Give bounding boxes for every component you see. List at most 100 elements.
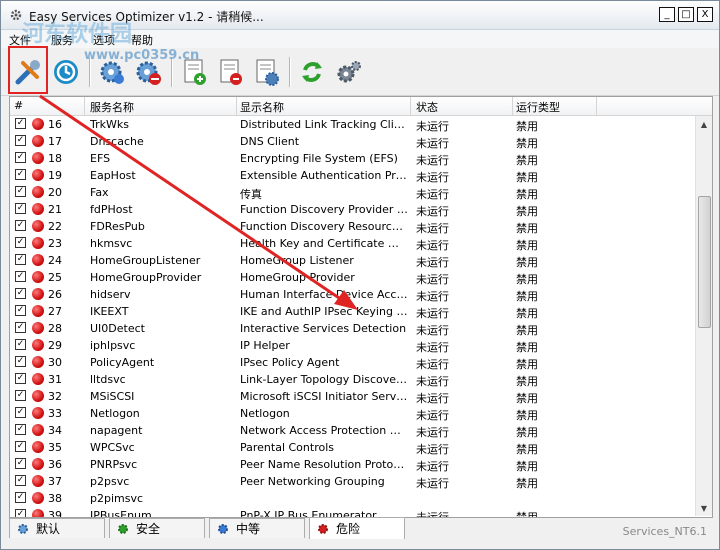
list-remove-button[interactable] (213, 55, 247, 89)
row-checkbox[interactable]: ✓ (15, 322, 26, 333)
row-checkbox[interactable]: ✓ (15, 203, 26, 214)
table-row[interactable]: ✓ 24 HomeGroupListener HomeGroup Listener 未运… (10, 252, 696, 269)
settings-button[interactable] (331, 55, 365, 89)
row-checkbox[interactable]: ✓ (15, 407, 26, 418)
row-number: 21 (48, 203, 62, 216)
table-row[interactable]: ✓ 19 EapHost Extensible Authentication Prot… (10, 167, 696, 184)
table-row[interactable]: ✓ 32 MSiSCSI Microsoft iSCSI Initiator Serv… (10, 388, 696, 405)
table-row[interactable]: ✓ 28 UI0Detect Interactive Services Detecti… (10, 320, 696, 337)
row-checkbox[interactable]: ✓ (15, 509, 26, 517)
row-checkbox[interactable]: ✓ (15, 339, 26, 350)
service-status: 未运行 (416, 375, 449, 388)
header-num[interactable]: # (14, 99, 23, 112)
row-checkbox[interactable]: ✓ (15, 305, 26, 316)
table-row[interactable]: ✓ 23 hkmsvc Health Key and Certificate Man.… (10, 235, 696, 252)
app-window: Easy Services Optimizer v1.2 - 请稍候... _ … (0, 0, 720, 550)
row-checkbox[interactable]: ✓ (15, 373, 26, 384)
table-header: # 服务名称 显示名称 状态 运行类型 (10, 97, 712, 116)
display-name: HomeGroup Provider (240, 271, 355, 284)
tab-safe[interactable]: 安全 (109, 518, 205, 538)
table-row[interactable]: ✓ 37 p2psvc Peer Networking Grouping 未运行 禁用 (10, 473, 696, 490)
display-name: DNS Client (240, 135, 300, 148)
row-checkbox[interactable]: ✓ (15, 475, 26, 486)
status-dot-icon (32, 135, 44, 147)
minimize-button[interactable]: _ (659, 7, 675, 22)
gear-icon (118, 523, 128, 534)
row-checkbox[interactable]: ✓ (15, 424, 26, 435)
row-checkbox[interactable]: ✓ (15, 288, 26, 299)
maximize-button[interactable]: □ (678, 7, 694, 22)
startup-type: 禁用 (516, 426, 538, 439)
close-button[interactable]: X (697, 7, 713, 22)
scroll-thumb[interactable] (698, 196, 711, 328)
table-row[interactable]: ✓ 34 napagent Network Access Protection Age… (10, 422, 696, 439)
row-checkbox[interactable]: ✓ (15, 152, 26, 163)
service-name: lltdsvc (90, 373, 126, 386)
service-status: 未运行 (416, 443, 449, 456)
tab-label: 危险 (336, 522, 361, 536)
row-checkbox[interactable]: ✓ (15, 220, 26, 231)
header-service-name[interactable]: 服务名称 (90, 99, 134, 115)
scroll-down-icon[interactable]: ▼ (696, 500, 712, 516)
table-row[interactable]: ✓ 21 fdPHost Function Discovery Provider Ho… (10, 201, 696, 218)
startup-type: 禁用 (516, 307, 538, 320)
row-checkbox[interactable]: ✓ (15, 492, 26, 503)
status-dot-icon (32, 169, 44, 181)
header-display-name[interactable]: 显示名称 (240, 99, 284, 115)
service-name: PNRPsvc (90, 458, 138, 471)
row-checkbox[interactable]: ✓ (15, 169, 26, 180)
table-row[interactable]: ✓ 16 TrkWks Distributed Link Tracking Clien… (10, 116, 696, 133)
table-row[interactable]: ✓ 31 lltdsvc Link-Layer Topology Discovery … (10, 371, 696, 388)
table-row[interactable]: ✓ 25 HomeGroupProvider HomeGroup Provider 未运… (10, 269, 696, 286)
service-name: Netlogon (90, 407, 140, 420)
service-status: 未运行 (416, 324, 449, 337)
table-row[interactable]: ✓ 17 Dnscache DNS Client 未运行 禁用 (10, 133, 696, 150)
table-row[interactable]: ✓ 30 PolicyAgent IPsec Policy Agent 未运行 禁用 (10, 354, 696, 371)
row-checkbox[interactable]: ✓ (15, 441, 26, 452)
display-name: Interactive Services Detection (240, 322, 407, 335)
restore-button[interactable] (49, 55, 83, 89)
service-name: hidserv (90, 288, 131, 301)
table-row[interactable]: ✓ 18 EFS Encrypting File System (EFS) 未运行 禁用 (10, 150, 696, 167)
table-row[interactable]: ✓ 33 Netlogon Netlogon 未运行 禁用 (10, 405, 696, 422)
table-row[interactable]: ✓ 20 Fax 传真 未运行 禁用 (10, 184, 696, 201)
table-row[interactable]: ✓ 29 iphlpsvc IP Helper 未运行 禁用 (10, 337, 696, 354)
table-row[interactable]: ✓ 27 IKEEXT IKE and AuthIP IPsec Keying M..… (10, 303, 696, 320)
row-number: 28 (48, 322, 62, 335)
row-checkbox[interactable]: ✓ (15, 254, 26, 265)
refresh-button[interactable] (295, 55, 329, 89)
row-number: 19 (48, 169, 62, 182)
tab-medium[interactable]: 中等 (209, 518, 305, 538)
row-checkbox[interactable]: ✓ (15, 118, 26, 129)
row-checkbox[interactable]: ✓ (15, 186, 26, 197)
startup-type: 禁用 (516, 239, 538, 252)
gear-icon (18, 523, 28, 534)
list-edit-button[interactable] (249, 55, 283, 89)
row-checkbox[interactable]: ✓ (15, 271, 26, 282)
status-dot-icon (32, 407, 44, 419)
header-status[interactable]: 状态 (416, 99, 438, 115)
scroll-up-icon[interactable]: ▲ (696, 116, 712, 132)
table-row[interactable]: ✓ 36 PNRPsvc Peer Name Resolution Protocol 未… (10, 456, 696, 473)
row-checkbox[interactable]: ✓ (15, 458, 26, 469)
table-row[interactable]: ✓ 22 FDResPub Function Discovery Resource P… (10, 218, 696, 235)
row-number: 26 (48, 288, 62, 301)
service-name: UI0Detect (90, 322, 145, 335)
header-startup-type[interactable]: 运行类型 (516, 99, 560, 115)
tab-default[interactable]: 默认 (9, 518, 105, 538)
row-checkbox[interactable]: ✓ (15, 390, 26, 401)
vertical-scrollbar[interactable]: ▲ ▼ (695, 116, 712, 516)
row-checkbox[interactable]: ✓ (15, 237, 26, 248)
table-row[interactable]: ✓ 26 hidserv Human Interface Device Access 未… (10, 286, 696, 303)
display-name: Extensible Authentication Proto... (240, 169, 408, 182)
row-number: 23 (48, 237, 62, 250)
table-row[interactable]: ✓ 38 p2pimsvc (10, 490, 696, 507)
menu-help[interactable]: 帮助 (131, 32, 153, 48)
table-row[interactable]: ✓ 35 WPCSvc Parental Controls 未运行 禁用 (10, 439, 696, 456)
service-name: Dnscache (90, 135, 144, 148)
tab-danger[interactable]: 危险 (309, 517, 405, 539)
row-checkbox[interactable]: ✓ (15, 356, 26, 367)
display-name: Distributed Link Tracking Client (240, 118, 408, 131)
row-number: 39 (48, 509, 62, 518)
row-checkbox[interactable]: ✓ (15, 135, 26, 146)
